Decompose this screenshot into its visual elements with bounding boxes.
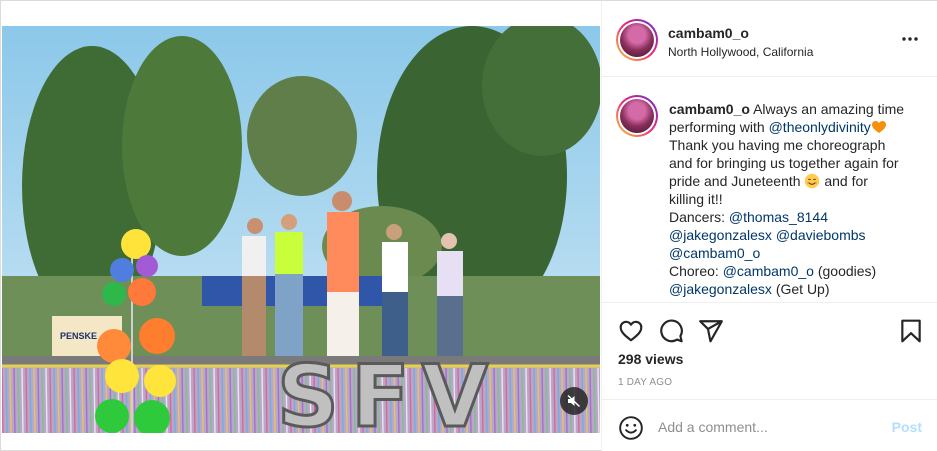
banner-letters: SFV xyxy=(277,347,500,433)
caption-username[interactable]: cambam0_o xyxy=(669,101,750,117)
caption-line: @jakegonzalesx @daviebombs xyxy=(669,226,924,244)
mention-link[interactable]: @thomas_8144 xyxy=(729,209,828,225)
mention-link[interactable]: @cambam0_o xyxy=(669,245,760,261)
caption-line: @jakegonzalesx (Get Up) xyxy=(669,280,924,298)
caption-text-segment: and for xyxy=(820,173,868,189)
caption-line: @cambam0_o xyxy=(669,244,924,262)
truck-label: PENSKE xyxy=(60,331,97,341)
post-header: cambam0_o North Hollywood, California xyxy=(602,1,937,77)
speaker-muted-icon xyxy=(567,394,581,408)
smiley-icon[interactable] xyxy=(618,415,644,441)
view-count[interactable]: 298 views xyxy=(618,351,683,367)
comment-icon[interactable] xyxy=(658,318,684,344)
caption-line: Dancers: @thomas_8144 xyxy=(669,208,924,226)
caption-text-segment: Dancers: xyxy=(669,209,729,225)
orange-heart-emoji-icon xyxy=(871,119,887,135)
mention-link[interactable]: @jakegonzalesx xyxy=(669,227,772,243)
caption-text-segment: pride and Juneteenth xyxy=(669,173,805,189)
mention-link[interactable]: @theonlydivinity xyxy=(769,119,871,135)
caption-line: Thank you having me choreograph xyxy=(669,136,924,154)
post-timestamp[interactable]: 1 DAY AGO xyxy=(618,377,672,388)
avatar-image xyxy=(620,23,654,57)
caption-avatar[interactable] xyxy=(616,95,658,137)
caption-text-segment: Thank you having me choreograph xyxy=(669,137,886,153)
avatar-image xyxy=(620,99,654,133)
location-link[interactable]: North Hollywood, California xyxy=(668,45,813,59)
caption-text-segment: (Get Up) xyxy=(771,281,830,297)
caption-line: performing with @theonlydivinity xyxy=(669,118,924,136)
more-options-icon[interactable] xyxy=(900,29,920,49)
caption-text-segment: Always an amazing time xyxy=(753,101,905,117)
caption-line: pride and Juneteenth and for xyxy=(669,172,924,190)
comment-input[interactable] xyxy=(658,416,878,438)
caption-text-segment: Choreo: xyxy=(669,263,723,279)
post-sidebar: cambam0_o North Hollywood, California ca… xyxy=(601,1,937,451)
heart-icon[interactable] xyxy=(618,318,644,344)
paper-plane-icon[interactable] xyxy=(698,318,724,344)
mention-link[interactable]: @daviebombs xyxy=(776,227,866,243)
caption-text: cambam0_o Always an amazing time performi… xyxy=(669,100,924,298)
caption-text-segment: (goodies) xyxy=(813,263,877,279)
mention-link[interactable]: @jakegonzalesx xyxy=(669,281,772,297)
smiling-face-emoji-icon xyxy=(804,173,820,189)
video-frame: PENSKE SFV xyxy=(2,26,600,433)
post-video[interactable]: PENSKE SFV xyxy=(2,26,600,433)
caption-line: killing it!! xyxy=(669,190,924,208)
post-comment-button[interactable]: Post xyxy=(892,419,922,435)
caption-line: cambam0_o Always an amazing time xyxy=(669,100,924,118)
action-bar: 298 views 1 DAY AGO xyxy=(602,302,937,400)
caption-text-segment: killing it!! xyxy=(669,191,723,207)
caption-text-segment: and for bringing us together again for xyxy=(669,155,899,171)
header-username[interactable]: cambam0_o xyxy=(668,25,749,41)
caption-line: Choreo: @cambam0_o (goodies) xyxy=(669,262,924,280)
comment-form: Post xyxy=(602,399,937,451)
caption-text-segment: performing with xyxy=(669,119,769,135)
caption-section: cambam0_o Always an amazing time performi… xyxy=(602,78,937,302)
bookmark-icon[interactable] xyxy=(898,318,924,344)
instagram-post: PENSKE SFV cambam0_o North Hollywood, Ca… xyxy=(0,0,937,451)
caption-line: and for bringing us together again for xyxy=(669,154,924,172)
mute-button[interactable] xyxy=(560,387,588,415)
avatar[interactable] xyxy=(616,19,658,61)
mention-link[interactable]: @cambam0_o xyxy=(723,263,814,279)
